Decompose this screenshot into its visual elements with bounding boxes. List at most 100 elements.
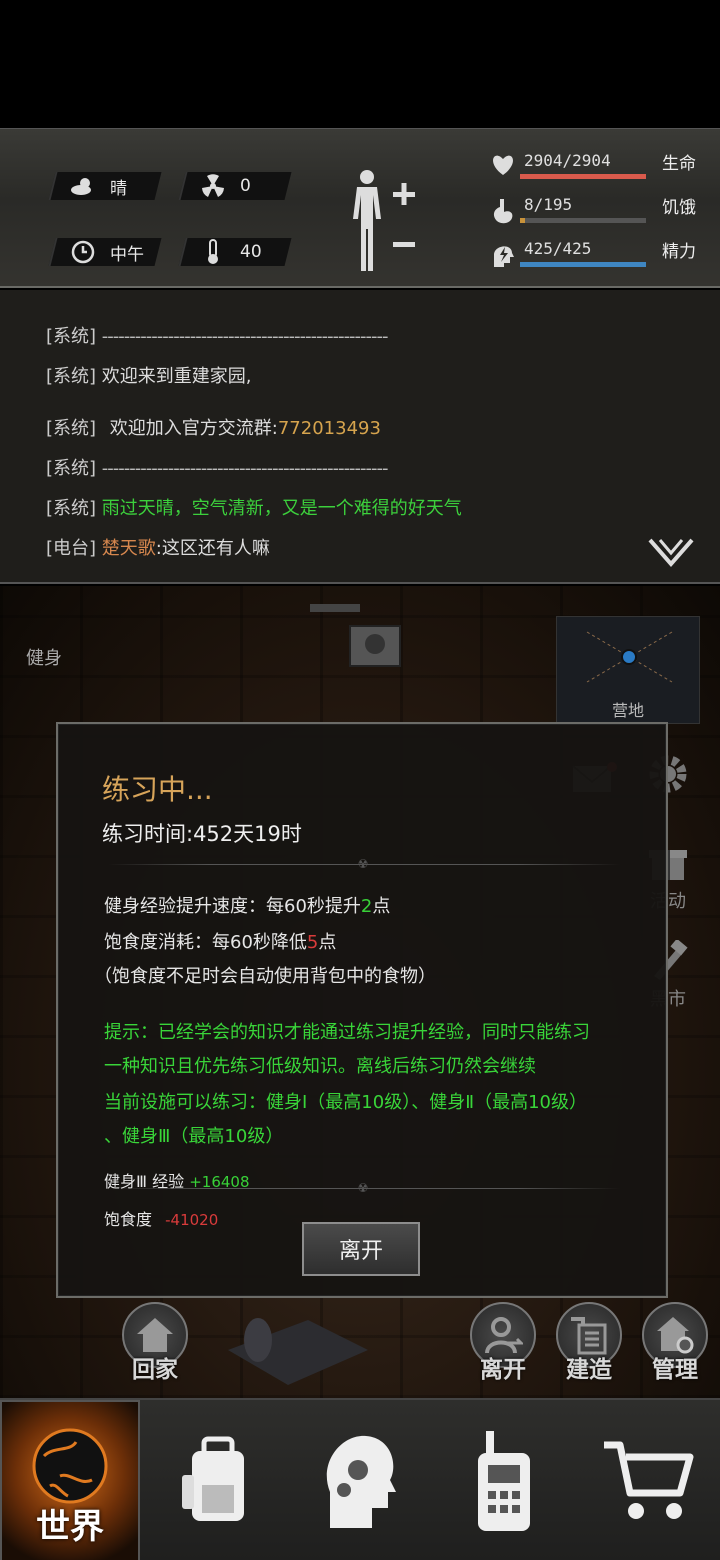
minimap-graph-icon xyxy=(586,631,673,683)
chat-tag: [系统] xyxy=(46,326,97,347)
body-status-button[interactable] xyxy=(345,167,425,277)
health-bar-fill xyxy=(520,174,646,179)
chat-line: [系统] 欢迎来到重建家园, xyxy=(46,362,252,388)
clock-icon xyxy=(70,239,96,265)
home-button[interactable]: 回家 xyxy=(120,1302,190,1392)
food-result-line: 饱食度 -41020 xyxy=(104,1206,218,1230)
chat-line: [系统] 欢迎加入官方交流群:772013493 xyxy=(46,414,381,440)
chat-tag: [系统] xyxy=(46,458,97,479)
chat-speaker[interactable]: 楚天歌 xyxy=(102,538,156,559)
pulley-machine-icon xyxy=(310,604,401,667)
chat-line: [系统] -----------------------------------… xyxy=(46,454,389,480)
home-label: 回家 xyxy=(132,1357,178,1383)
temperature-stat: 40 xyxy=(178,238,292,266)
cloud-sun-icon xyxy=(70,173,96,199)
chat-log[interactable]: [系统] -----------------------------------… xyxy=(0,290,720,584)
energy-value: 425/425 xyxy=(524,239,592,258)
practice-dialog: 练习中... 练习时间:452天19时 ☢ 健身经验提升速度：每60秒提升2点 … xyxy=(56,722,668,1298)
nav-tab-skills[interactable] xyxy=(288,1400,432,1560)
lightning-head-icon xyxy=(490,241,518,269)
backpack-icon xyxy=(182,1436,244,1521)
head-gears-icon xyxy=(326,1435,396,1528)
radiation-stat: 0 xyxy=(178,172,292,200)
bottom-nav: 世界 xyxy=(0,1398,720,1560)
hunger-value: 8/195 xyxy=(524,195,573,214)
tip-line: 、健身Ⅲ（最高10级） xyxy=(104,1126,284,1147)
chat-separator: ----------------------------------------… xyxy=(101,458,389,479)
practice-time: 练习时间:452天19时 xyxy=(102,822,302,846)
chat-line: [系统] 雨过天晴，空气清新，又是一个难得的好天气 xyxy=(46,494,462,520)
chat-tag: [系统] xyxy=(46,418,97,439)
food-rate-value: 5 xyxy=(306,932,319,953)
heart-icon xyxy=(490,153,518,181)
chat-text: :这区还有人嘛 xyxy=(155,538,270,559)
walkie-talkie-icon xyxy=(478,1431,530,1531)
nav-world-label: 世界 xyxy=(36,1507,104,1547)
chat-tag: [系统] xyxy=(46,498,97,519)
leave-dialog-button[interactable]: 离开 xyxy=(302,1222,420,1276)
food-rate-line: 饱食度消耗：每60秒降低5点 xyxy=(104,928,336,954)
thermometer-icon xyxy=(200,239,226,265)
house-icon xyxy=(137,1318,173,1352)
exp-rate-unit: 点 xyxy=(372,896,391,917)
energy-bar xyxy=(520,262,646,267)
chat-separator: ----------------------------------------… xyxy=(101,326,389,347)
hunger-bar xyxy=(520,218,646,223)
house-gear-icon xyxy=(657,1317,694,1354)
nav-tab-world[interactable]: 世界 xyxy=(0,1400,140,1560)
dialog-title: 练习中... xyxy=(102,773,213,806)
energy-label: 精力 xyxy=(662,242,696,262)
food-result-label: 饱食度 xyxy=(104,1210,153,1229)
exp-rate-text: 健身经验提升速度：每60秒提升 xyxy=(104,896,361,917)
chat-line: [电台] 楚天歌:这区还有人嘛 xyxy=(46,534,270,560)
leave-label: 离开 xyxy=(480,1357,526,1383)
tip-line: 当前设施可以练习：健身Ⅰ（最高10级）、健身Ⅱ（最高10级） xyxy=(104,1092,587,1113)
chat-line: [系统] -----------------------------------… xyxy=(46,322,389,348)
temperature-value: 40 xyxy=(240,242,262,262)
shopping-cart-icon xyxy=(604,1441,694,1519)
food-result-value: -41020 xyxy=(165,1211,219,1229)
exp-rate-line: 健身经验提升速度：每60秒提升2点 xyxy=(104,892,390,918)
radiation-icon xyxy=(200,173,226,199)
food-note: （饱食度不足时会自动使用背包中的食物） xyxy=(94,966,436,987)
nav-tab-radio[interactable] xyxy=(432,1400,576,1560)
person-exit-icon xyxy=(485,1317,523,1354)
globe-icon xyxy=(32,1428,108,1504)
health-bar xyxy=(520,174,646,179)
chat-tag: [系统] xyxy=(46,366,97,387)
health-label: 生命 xyxy=(662,154,696,174)
tip-line: 一种知识且优先练习低级知识。离线后练习仍然会继续 xyxy=(104,1056,536,1077)
energy-vital: 425/425 精力 xyxy=(488,237,708,277)
build-button[interactable]: 建造 xyxy=(554,1302,624,1392)
chevron-down-icon xyxy=(648,538,694,568)
hunger-vital: 8/195 饥饿 xyxy=(488,193,708,233)
manage-label: 管理 xyxy=(652,1357,698,1383)
chat-text: 雨过天晴，空气清新，又是一个难得的好天气 xyxy=(101,498,462,519)
hunger-bar-fill xyxy=(520,218,526,223)
minimap-label: 营地 xyxy=(611,701,644,720)
exp-rate-value: 2 xyxy=(360,896,373,917)
chat-text: 欢迎加入官方交流群: xyxy=(109,418,278,439)
chat-collapse-button[interactable] xyxy=(648,538,694,568)
food-rate-text: 饱食度消耗：每60秒降低 xyxy=(104,932,307,953)
time-value: 中午 xyxy=(110,244,144,265)
divider-ornament-icon: ☢ xyxy=(357,857,369,871)
energy-bar-fill xyxy=(520,262,646,267)
manage-button[interactable]: 管理 xyxy=(640,1302,710,1392)
minimap[interactable]: 营地 xyxy=(556,616,700,724)
body-figure-icon xyxy=(353,170,415,271)
group-number-link[interactable]: 772013493 xyxy=(278,418,381,439)
nav-tab-shop[interactable] xyxy=(576,1400,720,1560)
build-label: 建造 xyxy=(566,1357,612,1383)
food-rate-unit: 点 xyxy=(318,932,337,953)
build-icon xyxy=(571,1317,607,1355)
status-bar: 晴 0 中午 40 2904/2904 生命 8/195 饥饿 425/425 … xyxy=(0,128,720,288)
chat-text: 欢迎来到重建家园, xyxy=(101,366,252,387)
location-label: 健身 xyxy=(26,648,62,669)
divider: ☢ xyxy=(108,1181,620,1195)
weather-value: 晴 xyxy=(110,178,127,199)
time-stat: 中午 xyxy=(48,238,162,266)
leave-button[interactable]: 离开 xyxy=(468,1302,538,1392)
health-value: 2904/2904 xyxy=(524,151,611,170)
nav-tab-backpack[interactable] xyxy=(144,1400,288,1560)
